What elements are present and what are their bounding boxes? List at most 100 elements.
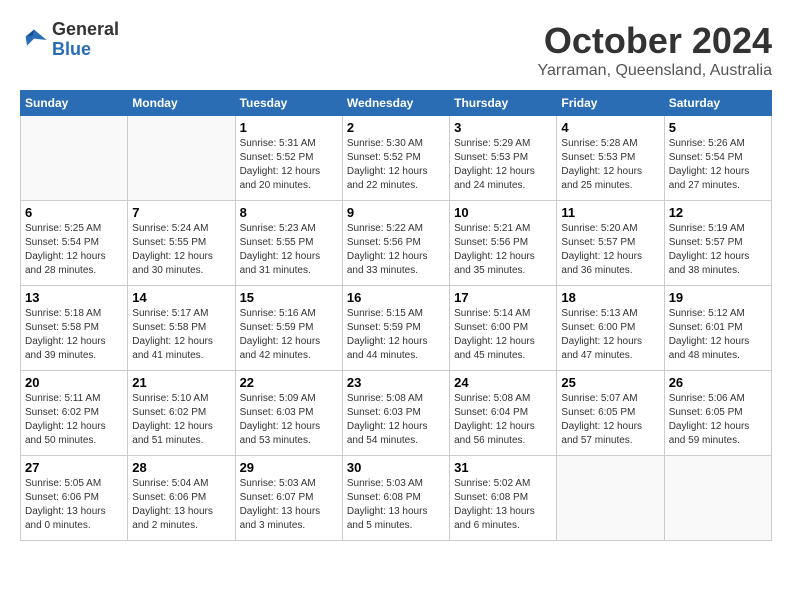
day-number: 22 (240, 375, 338, 390)
day-number: 4 (561, 120, 659, 135)
location: Yarraman, Queensland, Australia (538, 62, 773, 80)
day-number: 20 (25, 375, 123, 390)
calendar-cell: 26Sunrise: 5:06 AM Sunset: 6:05 PM Dayli… (664, 371, 771, 456)
calendar-cell: 15 Sunrise: 5:16 AM Sunset: 5:59 PM Dayli… (235, 286, 342, 371)
calendar-cell: 22Sunrise: 5:09 AM Sunset: 6:03 PM Dayli… (235, 371, 342, 456)
day-info: Sunrise: 5:25 AM Sunset: 5:54 PM Dayligh… (25, 222, 123, 278)
day-info: Sunrise: 5:06 AM Sunset: 6:05 PM Dayligh… (669, 392, 767, 448)
calendar-cell: 12 Sunrise: 5:19 AM Sunset: 5:57 PM Dayli… (664, 201, 771, 286)
calendar-cell: 29 Sunrise: 5:03 AM Sunset: 6:07 PM Dayli… (235, 456, 342, 541)
logo-blue: Blue (52, 40, 119, 60)
weekday-header: Tuesday (235, 91, 342, 116)
weekday-header: Monday (128, 91, 235, 116)
day-info: Sunrise: 5:11 AM Sunset: 6:02 PM Dayligh… (25, 392, 123, 448)
calendar-cell: 7Sunrise: 5:24 AM Sunset: 5:55 PM Daylig… (128, 201, 235, 286)
calendar-cell: 6 Sunrise: 5:25 AM Sunset: 5:54 PM Daylig… (21, 201, 128, 286)
day-number: 18 (561, 290, 659, 305)
day-info: Sunrise: 5:31 AM Sunset: 5:52 PM Dayligh… (240, 137, 338, 193)
day-number: 24 (454, 375, 552, 390)
logo: General Blue (20, 20, 119, 60)
day-info: Sunrise: 5:10 AM Sunset: 6:02 PM Dayligh… (132, 392, 230, 448)
day-number: 13 (25, 290, 123, 305)
calendar-cell: 21 Sunrise: 5:10 AM Sunset: 6:02 PM Dayli… (128, 371, 235, 456)
calendar-cell: 24Sunrise: 5:08 AM Sunset: 6:04 PM Dayli… (450, 371, 557, 456)
weekday-header: Wednesday (342, 91, 449, 116)
day-number: 6 (25, 205, 123, 220)
calendar-cell: 11 Sunrise: 5:20 AM Sunset: 5:57 PM Dayli… (557, 201, 664, 286)
calendar-cell: 10 Sunrise: 5:21 AM Sunset: 5:56 PM Dayli… (450, 201, 557, 286)
day-info: Sunrise: 5:05 AM Sunset: 6:06 PM Dayligh… (25, 477, 123, 533)
calendar-cell: 25 Sunrise: 5:07 AM Sunset: 6:05 PM Dayli… (557, 371, 664, 456)
calendar-week-row: 13 Sunrise: 5:18 AM Sunset: 5:58 PM Dayli… (21, 286, 772, 371)
day-info: Sunrise: 5:19 AM Sunset: 5:57 PM Dayligh… (669, 222, 767, 278)
weekday-header: Sunday (21, 91, 128, 116)
day-info: Sunrise: 5:30 AM Sunset: 5:52 PM Dayligh… (347, 137, 445, 193)
calendar-cell: 13 Sunrise: 5:18 AM Sunset: 5:58 PM Dayli… (21, 286, 128, 371)
day-number: 5 (669, 120, 767, 135)
day-info: Sunrise: 5:16 AM Sunset: 5:59 PM Dayligh… (240, 307, 338, 363)
page-header: General Blue October 2024 Yarraman, Quee… (20, 20, 772, 80)
calendar-cell: 23Sunrise: 5:08 AM Sunset: 6:03 PM Dayli… (342, 371, 449, 456)
day-info: Sunrise: 5:26 AM Sunset: 5:54 PM Dayligh… (669, 137, 767, 193)
day-number: 8 (240, 205, 338, 220)
day-info: Sunrise: 5:17 AM Sunset: 5:58 PM Dayligh… (132, 307, 230, 363)
calendar-cell: 8Sunrise: 5:23 AM Sunset: 5:55 PM Daylig… (235, 201, 342, 286)
calendar-cell (128, 116, 235, 201)
day-number: 16 (347, 290, 445, 305)
calendar-cell: 2 Sunrise: 5:30 AM Sunset: 5:52 PM Daylig… (342, 116, 449, 201)
title-block: October 2024 Yarraman, Queensland, Austr… (538, 20, 773, 80)
calendar-cell: 3 Sunrise: 5:29 AM Sunset: 5:53 PM Daylig… (450, 116, 557, 201)
weekday-header: Thursday (450, 91, 557, 116)
calendar-cell: 30 Sunrise: 5:03 AM Sunset: 6:08 PM Dayli… (342, 456, 449, 541)
calendar-cell: 20 Sunrise: 5:11 AM Sunset: 6:02 PM Dayli… (21, 371, 128, 456)
day-info: Sunrise: 5:22 AM Sunset: 5:56 PM Dayligh… (347, 222, 445, 278)
calendar-cell (664, 456, 771, 541)
day-number: 28 (132, 460, 230, 475)
day-info: Sunrise: 5:03 AM Sunset: 6:07 PM Dayligh… (240, 477, 338, 533)
day-info: Sunrise: 5:04 AM Sunset: 6:06 PM Dayligh… (132, 477, 230, 533)
day-number: 2 (347, 120, 445, 135)
day-number: 31 (454, 460, 552, 475)
calendar-cell: 14 Sunrise: 5:17 AM Sunset: 5:58 PM Dayli… (128, 286, 235, 371)
day-info: Sunrise: 5:15 AM Sunset: 5:59 PM Dayligh… (347, 307, 445, 363)
calendar-cell: 27 Sunrise: 5:05 AM Sunset: 6:06 PM Dayli… (21, 456, 128, 541)
day-info: Sunrise: 5:07 AM Sunset: 6:05 PM Dayligh… (561, 392, 659, 448)
day-info: Sunrise: 5:12 AM Sunset: 6:01 PM Dayligh… (669, 307, 767, 363)
day-number: 1 (240, 120, 338, 135)
calendar-cell: 28 Sunrise: 5:04 AM Sunset: 6:06 PM Dayli… (128, 456, 235, 541)
day-info: Sunrise: 5:02 AM Sunset: 6:08 PM Dayligh… (454, 477, 552, 533)
calendar-week-row: 27 Sunrise: 5:05 AM Sunset: 6:06 PM Dayli… (21, 456, 772, 541)
day-number: 25 (561, 375, 659, 390)
calendar-cell: 9 Sunrise: 5:22 AM Sunset: 5:56 PM Daylig… (342, 201, 449, 286)
day-info: Sunrise: 5:21 AM Sunset: 5:56 PM Dayligh… (454, 222, 552, 278)
calendar-cell: 5 Sunrise: 5:26 AM Sunset: 5:54 PM Daylig… (664, 116, 771, 201)
day-number: 30 (347, 460, 445, 475)
day-number: 27 (25, 460, 123, 475)
day-number: 10 (454, 205, 552, 220)
day-number: 19 (669, 290, 767, 305)
calendar-week-row: 6 Sunrise: 5:25 AM Sunset: 5:54 PM Daylig… (21, 201, 772, 286)
day-number: 12 (669, 205, 767, 220)
day-info: Sunrise: 5:28 AM Sunset: 5:53 PM Dayligh… (561, 137, 659, 193)
month-title: October 2024 (538, 20, 773, 62)
day-number: 9 (347, 205, 445, 220)
calendar-week-row: 20 Sunrise: 5:11 AM Sunset: 6:02 PM Dayli… (21, 371, 772, 456)
weekday-header: Saturday (664, 91, 771, 116)
day-number: 15 (240, 290, 338, 305)
day-number: 17 (454, 290, 552, 305)
day-info: Sunrise: 5:20 AM Sunset: 5:57 PM Dayligh… (561, 222, 659, 278)
day-number: 3 (454, 120, 552, 135)
day-info: Sunrise: 5:14 AM Sunset: 6:00 PM Dayligh… (454, 307, 552, 363)
day-info: Sunrise: 5:18 AM Sunset: 5:58 PM Dayligh… (25, 307, 123, 363)
day-number: 29 (240, 460, 338, 475)
day-number: 14 (132, 290, 230, 305)
day-number: 23 (347, 375, 445, 390)
day-number: 11 (561, 205, 659, 220)
calendar-cell (21, 116, 128, 201)
day-info: Sunrise: 5:03 AM Sunset: 6:08 PM Dayligh… (347, 477, 445, 533)
day-info: Sunrise: 5:29 AM Sunset: 5:53 PM Dayligh… (454, 137, 552, 193)
weekday-header: Friday (557, 91, 664, 116)
calendar-cell: 17 Sunrise: 5:14 AM Sunset: 6:00 PM Dayli… (450, 286, 557, 371)
day-number: 21 (132, 375, 230, 390)
calendar-header-row: SundayMondayTuesdayWednesdayThursdayFrid… (21, 91, 772, 116)
